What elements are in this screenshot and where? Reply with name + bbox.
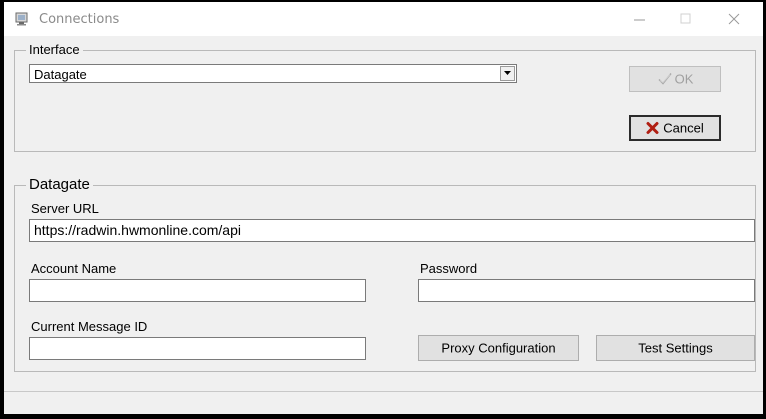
cancel-label: Cancel [663, 120, 704, 136]
test-settings-button[interactable]: Test Settings [596, 335, 755, 361]
maximize-button[interactable] [664, 2, 710, 36]
password-field[interactable] [418, 279, 755, 302]
minimize-button[interactable] [618, 2, 664, 36]
current-message-id-field[interactable] [29, 337, 366, 360]
maximize-icon [680, 13, 691, 24]
proxy-configuration-label: Proxy Configuration [441, 340, 556, 356]
interface-select-value: Datagate [34, 67, 87, 82]
password-label: Password [420, 261, 478, 276]
minimize-icon [634, 19, 645, 21]
status-bar [4, 391, 763, 414]
datagate-legend: Datagate [26, 176, 93, 193]
title-bar[interactable]: Connections [4, 2, 763, 36]
proxy-configuration-button[interactable]: Proxy Configuration [418, 335, 579, 361]
server-url-field[interactable]: https://radwin.hwmonline.com/api [29, 219, 755, 242]
dropdown-button[interactable] [500, 66, 515, 81]
close-icon [728, 13, 740, 25]
close-button[interactable] [712, 2, 758, 36]
connections-dialog: Connections Interface Datagate OK Cancel… [4, 2, 763, 414]
cancel-button[interactable]: Cancel [629, 115, 721, 141]
ok-button[interactable]: OK [629, 66, 721, 92]
interface-legend: Interface [26, 42, 83, 57]
window-title: Connections [39, 12, 120, 27]
checkmark-icon [658, 73, 672, 85]
account-name-label: Account Name [31, 261, 117, 276]
interface-select[interactable]: Datagate [29, 64, 517, 83]
test-settings-label: Test Settings [638, 340, 713, 356]
ok-label: OK [674, 71, 694, 87]
account-name-field[interactable] [29, 279, 366, 302]
dropdown-arrow-icon [504, 71, 511, 75]
server-url-label: Server URL [31, 201, 99, 216]
app-icon [14, 11, 30, 27]
current-message-id-label: Current Message ID [31, 319, 148, 334]
x-icon [646, 122, 659, 134]
